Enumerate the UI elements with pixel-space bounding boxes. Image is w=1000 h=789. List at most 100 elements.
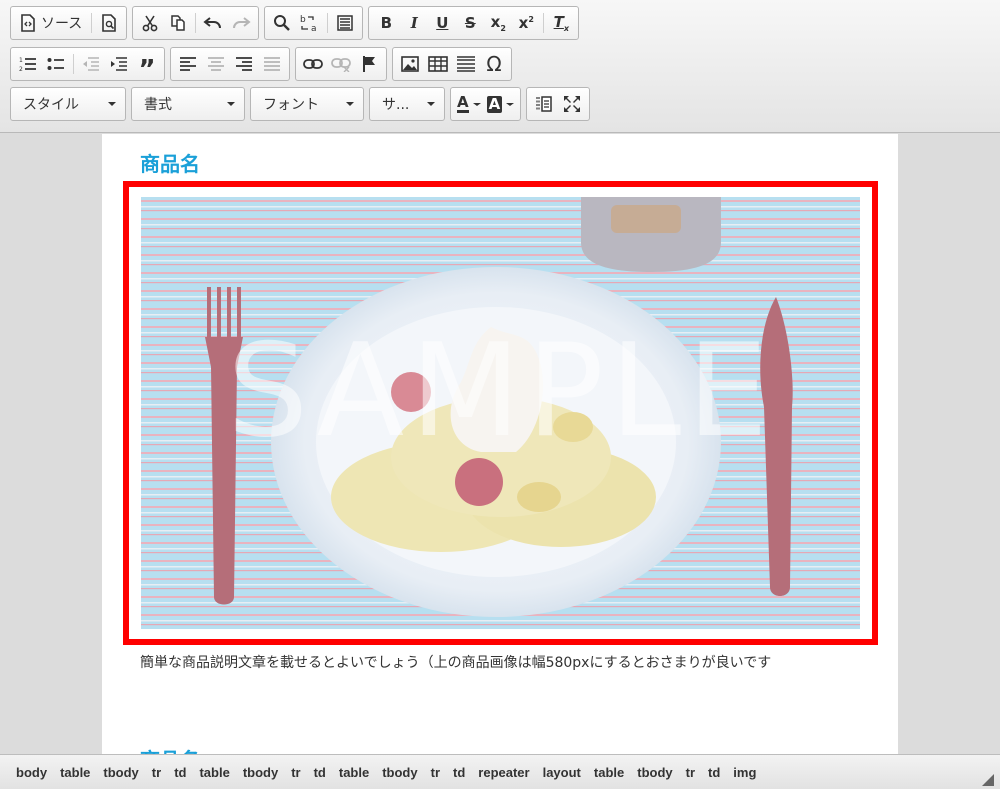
separator	[543, 13, 545, 33]
copy-button[interactable]	[164, 9, 192, 37]
quote-icon: ”	[138, 55, 156, 85]
image-icon	[401, 56, 419, 72]
unlink-button[interactable]	[327, 50, 355, 78]
table-button[interactable]	[424, 50, 452, 78]
show-blocks-button[interactable]	[530, 90, 558, 118]
font-select[interactable]: フォント	[250, 87, 364, 121]
source-icon	[20, 14, 36, 32]
format-select[interactable]: 書式	[131, 87, 245, 121]
document-group: ソース	[10, 6, 128, 40]
find-button[interactable]	[268, 9, 296, 37]
text-color-icon: A	[457, 93, 469, 113]
path-item-tr[interactable]: tr	[291, 765, 300, 780]
source-label: ソース	[41, 16, 83, 32]
outdent-button[interactable]	[77, 50, 105, 78]
path-item-td[interactable]: td	[314, 765, 326, 780]
path-item-tbody[interactable]: tbody	[637, 765, 672, 780]
replace-icon: ba	[299, 13, 321, 33]
image-watermark: SAMPLE	[227, 317, 774, 466]
remove-format-button[interactable]: Tx	[547, 9, 575, 37]
path-item-tr[interactable]: tr	[152, 765, 161, 780]
size-select[interactable]: サ...	[369, 87, 445, 121]
align-center-icon	[207, 56, 225, 72]
path-item-td[interactable]: td	[174, 765, 186, 780]
path-item-table[interactable]: table	[60, 765, 90, 780]
maximize-button[interactable]	[558, 90, 586, 118]
svg-text:a: a	[311, 24, 317, 33]
background-color-button[interactable]: A	[484, 90, 518, 118]
redo-button[interactable]	[227, 9, 255, 37]
product-image[interactable]: SAMPLE	[141, 197, 860, 629]
replace-button[interactable]: ba	[296, 9, 324, 37]
links-group	[295, 47, 387, 81]
path-item-table[interactable]: table	[199, 765, 229, 780]
resize-handle[interactable]	[982, 771, 994, 786]
anchor-button[interactable]	[355, 50, 383, 78]
unlink-icon	[331, 56, 351, 72]
superscript-button[interactable]: x2	[512, 9, 540, 37]
toolbar-row-2: 12 ” Ω	[10, 47, 512, 85]
separator	[327, 13, 329, 33]
bulleted-list-button[interactable]	[42, 50, 70, 78]
chevron-down-icon	[108, 102, 116, 106]
source-button[interactable]: ソース	[14, 9, 88, 37]
product-description[interactable]: 簡単な商品説明文章を載せるとよいでしょう（上の商品画像は幅580pxにするとおさ…	[140, 653, 860, 673]
link-icon	[303, 57, 323, 71]
align-right-button[interactable]	[230, 50, 258, 78]
align-left-button[interactable]	[174, 50, 202, 78]
product-title-next[interactable]: 商品名	[140, 744, 200, 754]
underline-button[interactable]: U	[428, 9, 456, 37]
path-item-img[interactable]: img	[733, 765, 756, 780]
path-item-table[interactable]: table	[339, 765, 369, 780]
text-color-button[interactable]: A	[454, 90, 484, 118]
indent-button[interactable]	[105, 50, 133, 78]
justify-button[interactable]	[258, 50, 286, 78]
format-select-label: 書式	[144, 97, 172, 113]
find-group: ba	[264, 6, 364, 40]
align-center-button[interactable]	[202, 50, 230, 78]
strikethrough-icon: S	[464, 14, 476, 32]
path-item-tbody[interactable]: tbody	[103, 765, 138, 780]
special-char-button[interactable]: Ω	[480, 50, 508, 78]
bold-button[interactable]: B	[372, 9, 400, 37]
align-right-icon	[235, 56, 253, 72]
horizontal-rule-icon	[456, 55, 476, 73]
subscript-button[interactable]: x2	[484, 9, 512, 37]
chevron-down-icon	[346, 102, 354, 106]
path-item-table[interactable]: table	[594, 765, 624, 780]
path-item-tr[interactable]: tr	[686, 765, 695, 780]
horizontal-rule-button[interactable]	[452, 50, 480, 78]
blockquote-button[interactable]: ”	[133, 50, 161, 85]
path-item-td[interactable]: td	[708, 765, 720, 780]
image-button[interactable]	[396, 50, 424, 78]
insert-group: Ω	[392, 47, 512, 81]
colors-group: A A	[450, 87, 522, 121]
link-button[interactable]	[299, 50, 327, 78]
style-select[interactable]: スタイル	[10, 87, 126, 121]
cut-button[interactable]	[136, 9, 164, 37]
separator	[73, 54, 74, 74]
path-item-repeater[interactable]: repeater	[478, 765, 529, 780]
undo-button[interactable]	[199, 9, 227, 37]
strike-button[interactable]: S	[456, 9, 484, 37]
path-item-body[interactable]: body	[16, 765, 47, 780]
editor-content[interactable]: 商品名 SAMPLE 簡単な商品説明文章を載せるとよいでしょう（上の商品画像は幅…	[102, 134, 898, 754]
numbered-list-button[interactable]: 12	[14, 50, 42, 78]
path-item-tr[interactable]: tr	[431, 765, 440, 780]
paragraph-group: 12 ”	[10, 47, 165, 85]
italic-icon: I	[410, 14, 418, 32]
select-all-button[interactable]	[331, 9, 359, 37]
align-left-icon	[179, 56, 197, 72]
font-select-label: フォント	[263, 97, 319, 113]
path-item-layout[interactable]: layout	[543, 765, 581, 780]
path-item-td[interactable]: td	[453, 765, 465, 780]
product-title[interactable]: 商品名	[140, 148, 200, 177]
preview-button[interactable]	[95, 9, 123, 37]
italic-button[interactable]: I	[400, 9, 428, 37]
toolbar-row-1: ソース b a B I U S x2 x2 Tx	[10, 6, 580, 40]
chevron-down-icon	[227, 102, 235, 106]
path-item-tbody[interactable]: tbody	[382, 765, 417, 780]
chevron-down-icon	[472, 102, 481, 106]
remove-format-icon: Tx	[553, 13, 570, 33]
path-item-tbody[interactable]: tbody	[243, 765, 278, 780]
